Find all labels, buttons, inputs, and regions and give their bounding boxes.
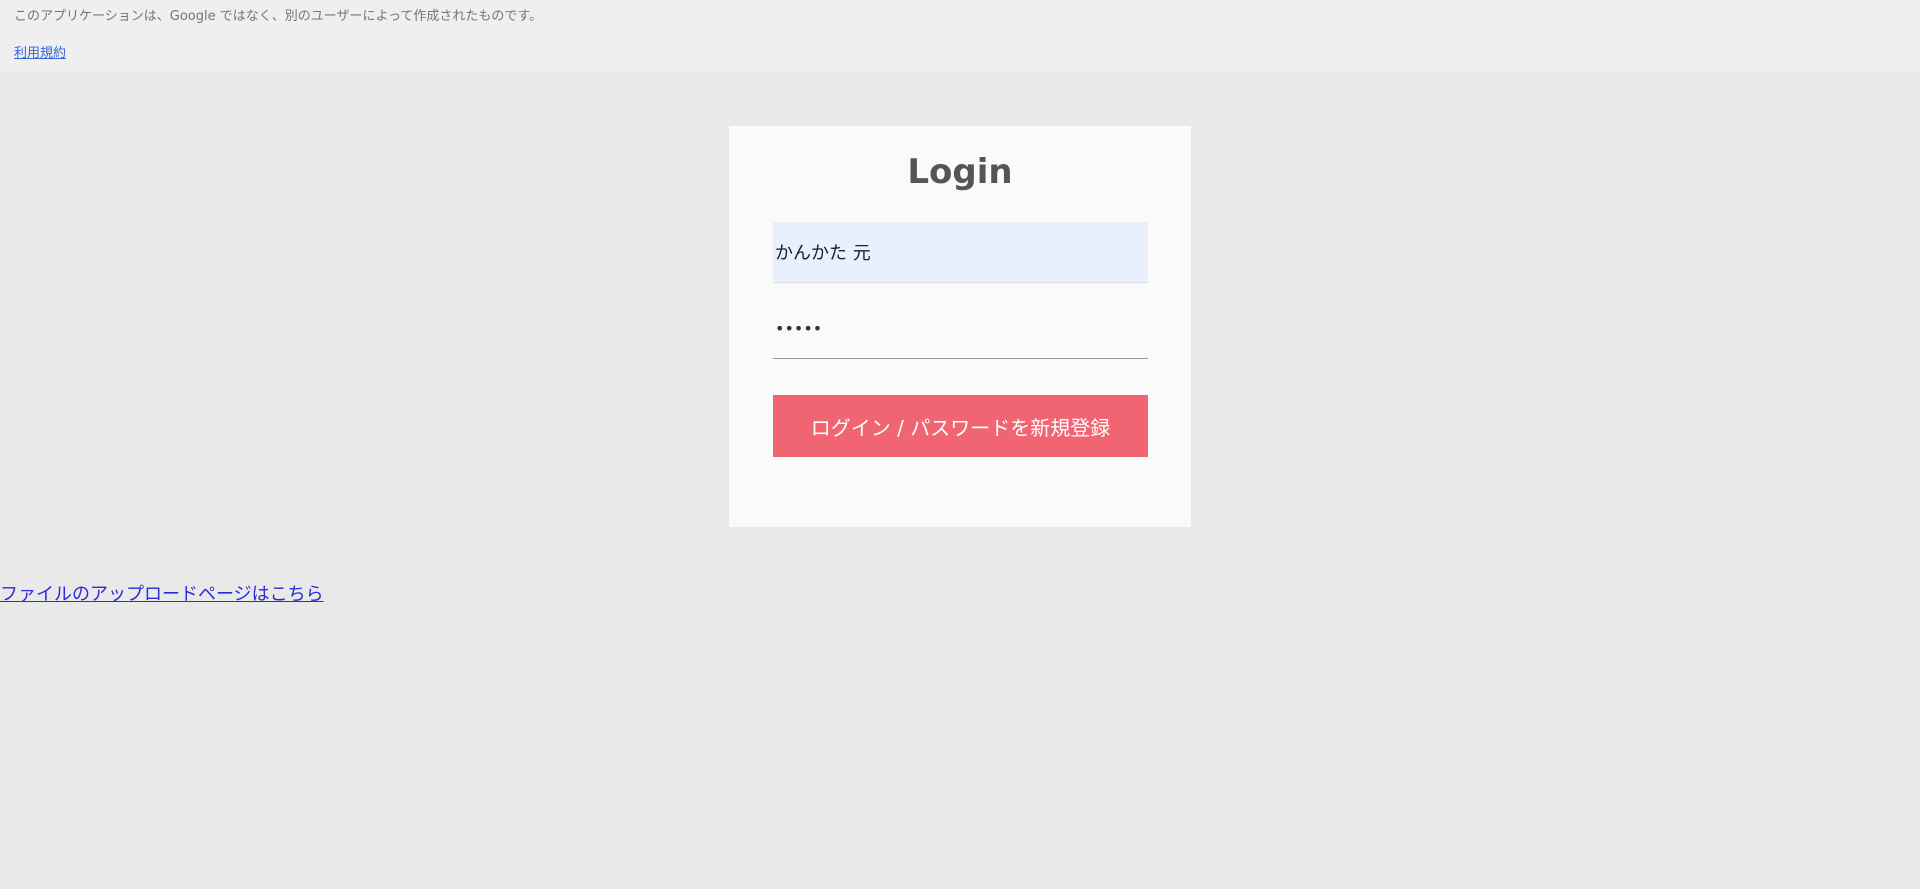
- login-register-button[interactable]: ログイン / パスワードを新規登録: [773, 395, 1148, 457]
- login-title: Login: [907, 152, 1013, 192]
- file-upload-page-link[interactable]: ファイルのアップロードページはこちら: [0, 580, 324, 606]
- username-field[interactable]: [773, 222, 1148, 283]
- terms-of-service-link[interactable]: 利用規約: [14, 42, 66, 61]
- password-field[interactable]: [773, 299, 1148, 359]
- login-card: Login ログイン / パスワードを新規登録: [729, 126, 1191, 527]
- apps-script-warning-banner: このアプリケーションは、Google ではなく、別のユーザーによって作成されたも…: [0, 0, 1920, 72]
- banner-notice-text: このアプリケーションは、Google ではなく、別のユーザーによって作成されたも…: [14, 9, 543, 24]
